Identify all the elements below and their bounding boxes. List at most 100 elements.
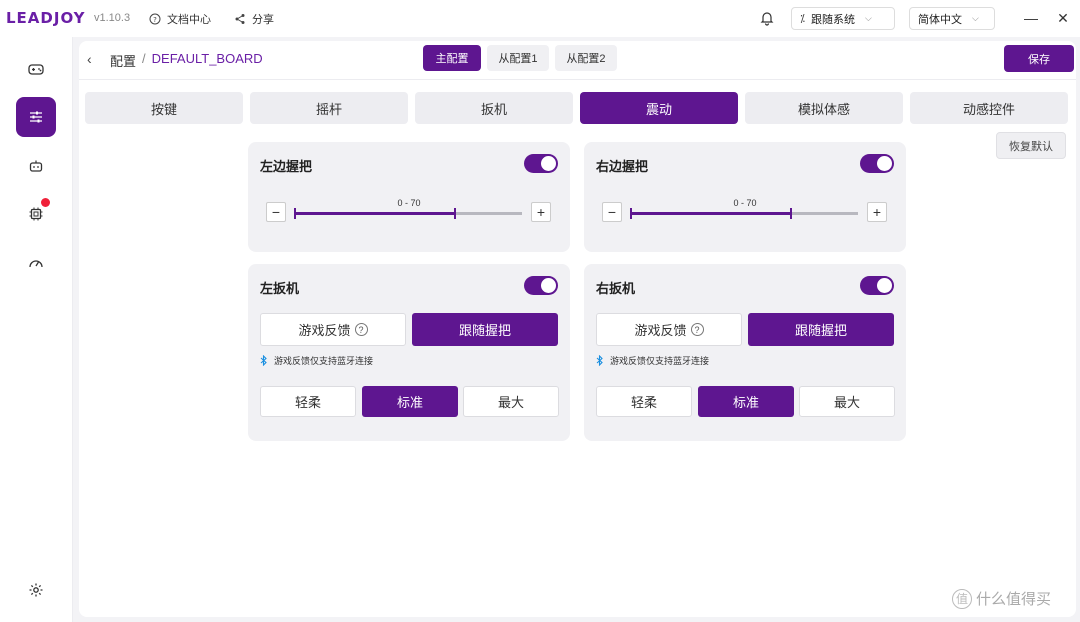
sidebar-item-robot[interactable] <box>16 146 56 186</box>
slider-track[interactable] <box>630 208 858 219</box>
chevron-down-icon: ⌵ <box>864 13 872 23</box>
header-bar: ‹ 配置 / DEFAULT_BOARD 主配置 从配置1 从配置2 保存 <box>79 41 1076 79</box>
help-icon[interactable]: ? <box>690 323 704 336</box>
svg-text:?: ? <box>153 16 157 24</box>
close-icon: ✕ <box>1057 9 1069 26</box>
back-icon[interactable]: ‹ <box>87 51 92 67</box>
level-max-button[interactable]: 最大 <box>463 386 559 417</box>
breadcrumb: 配置 / DEFAULT_BOARD <box>110 51 263 70</box>
card-title: 右扳机 <box>596 281 636 296</box>
level-soft-button[interactable]: 轻柔 <box>596 386 692 417</box>
right-grip-toggle[interactable] <box>860 154 894 173</box>
level-max-button[interactable]: 最大 <box>799 386 895 417</box>
app-logo: LEADJOY <box>6 9 86 27</box>
level-standard-button[interactable]: 标准 <box>698 386 794 417</box>
bluetooth-icon <box>260 355 267 366</box>
left-grip-slider: − + <box>266 200 551 224</box>
breadcrumb-separator: / <box>142 51 146 66</box>
bluetooth-note-text: 游戏反馈仅支持蓝牙连接 <box>610 356 710 366</box>
breadcrumb-current: DEFAULT_BOARD <box>151 51 263 66</box>
tab-motion-controls[interactable]: 动感控件 <box>910 92 1068 124</box>
tab-sticks[interactable]: 摇杆 <box>250 92 408 124</box>
game-feedback-button[interactable]: 游戏反馈 ? <box>260 313 406 346</box>
left-trigger-card: 左扳机 游戏反馈 ? 跟随握把 游戏反馈仅支持蓝牙连接 轻柔 标准 最大 <box>248 264 570 441</box>
watermark-logo-icon: 值 <box>952 588 972 609</box>
tab-vibration[interactable]: 震动 <box>580 92 738 124</box>
slider-max-handle[interactable] <box>789 208 792 219</box>
tab-buttons[interactable]: 按键 <box>85 92 243 124</box>
card-title: 左边握把 <box>260 159 313 174</box>
header-divider <box>79 79 1076 80</box>
decrease-button[interactable]: − <box>266 202 286 222</box>
watermark-text: 什么值得买 <box>976 591 1052 608</box>
theme-select-value: 跟随系统 <box>810 13 855 26</box>
tab-motion[interactable]: 模拟体感 <box>745 92 903 124</box>
left-trigger-toggle[interactable] <box>524 276 558 295</box>
card-title: 右边握把 <box>596 159 649 174</box>
tab-triggers[interactable]: 扳机 <box>415 92 573 124</box>
notification-badge <box>41 198 50 207</box>
level-soft-button[interactable]: 轻柔 <box>260 386 356 417</box>
robot-icon <box>29 160 43 172</box>
decrease-button[interactable]: − <box>602 202 622 222</box>
share-link[interactable]: 分享 <box>234 11 274 27</box>
bell-icon[interactable] <box>759 10 775 26</box>
save-button[interactable]: 保存 <box>1004 45 1074 72</box>
follow-grip-button[interactable]: 跟随握把 <box>748 313 894 346</box>
right-trigger-toggle[interactable] <box>860 276 894 295</box>
slider-track[interactable] <box>294 208 522 219</box>
share-link-label: 分享 <box>252 14 274 26</box>
language-select[interactable]: 简体中文 ⌵ <box>909 7 995 30</box>
theme-select[interactable]: ⁒ 跟随系统 ⌵ <box>791 7 895 30</box>
gamepad-icon <box>28 64 44 75</box>
minimize-button[interactable]: — <box>1021 8 1041 28</box>
increase-button[interactable]: + <box>867 202 887 222</box>
slider-min-handle[interactable] <box>630 208 632 219</box>
game-feedback-label: 游戏反馈 <box>298 323 351 338</box>
game-feedback-label: 游戏反馈 <box>634 323 687 338</box>
sidebar-item-settings[interactable] <box>16 570 56 610</box>
right-grip-card: 右边握把 0 - 70 − + <box>584 142 906 252</box>
minimize-icon: — <box>1024 10 1038 26</box>
docs-link[interactable]: ? 文档中心 <box>149 11 211 27</box>
help-icon[interactable]: ? <box>354 323 368 336</box>
feature-tabs: 按键 摇杆 扳机 震动 模拟体感 动感控件 <box>85 92 1073 125</box>
bluetooth-note: 游戏反馈仅支持蓝牙连接 <box>596 354 709 367</box>
sidebar-item-gamepad[interactable] <box>16 49 56 89</box>
chevron-down-icon: ⌵ <box>972 13 979 23</box>
left-grip-toggle[interactable] <box>524 154 558 173</box>
config-tab-sub1[interactable]: 从配置1 <box>487 45 549 71</box>
theme-icon: ⁒ <box>800 13 805 25</box>
config-tab-sub2[interactable]: 从配置2 <box>555 45 617 71</box>
follow-grip-button[interactable]: 跟随握把 <box>412 313 558 346</box>
watermark: 值 什么值得买 <box>952 588 1051 609</box>
sliders-icon <box>30 111 42 123</box>
card-title: 左扳机 <box>260 281 300 296</box>
slider-max-handle[interactable] <box>453 208 456 219</box>
sidebar-item-firmware[interactable] <box>16 194 56 234</box>
slider-min-handle[interactable] <box>294 208 296 219</box>
title-bar: LEADJOY v1.10.3 ? 文档中心 分享 ⁒ 跟随系统 ⌵ 简体中文 … <box>0 0 1080 37</box>
main-panel: ‹ 配置 / DEFAULT_BOARD 主配置 从配置1 从配置2 保存 按键… <box>79 41 1076 617</box>
reset-default-button[interactable]: 恢复默认 <box>996 132 1066 159</box>
left-grip-card: 左边握把 0 - 70 − + <box>248 142 570 252</box>
level-standard-button[interactable]: 标准 <box>362 386 458 417</box>
close-button[interactable]: ✕ <box>1053 8 1073 28</box>
sidebar-item-config[interactable] <box>16 97 56 137</box>
gauge-icon <box>29 260 43 268</box>
share-icon <box>235 14 245 24</box>
config-tab-main[interactable]: 主配置 <box>423 45 481 71</box>
chip-icon <box>29 207 43 221</box>
language-select-value: 简体中文 <box>918 13 962 26</box>
bluetooth-note: 游戏反馈仅支持蓝牙连接 <box>260 354 373 367</box>
sidebar-item-performance[interactable] <box>16 243 56 283</box>
right-grip-slider: − + <box>602 200 887 224</box>
app-version: v1.10.3 <box>94 12 131 24</box>
settings-icon <box>29 583 43 597</box>
game-feedback-button[interactable]: 游戏反馈 ? <box>596 313 742 346</box>
sidebar <box>0 37 73 622</box>
increase-button[interactable]: + <box>531 202 551 222</box>
bluetooth-note-text: 游戏反馈仅支持蓝牙连接 <box>274 356 374 366</box>
slider-fill <box>630 212 790 215</box>
breadcrumb-root[interactable]: 配置 <box>110 51 136 70</box>
